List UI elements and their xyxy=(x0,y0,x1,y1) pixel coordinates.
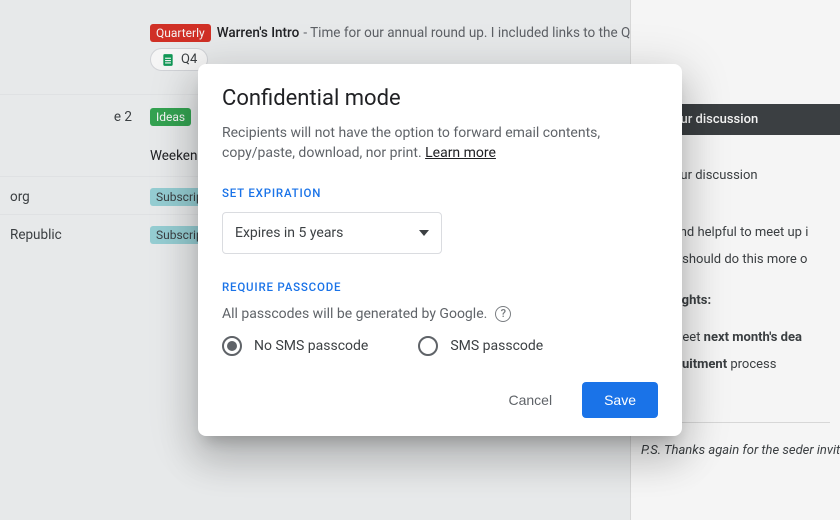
expiration-section-label: SET EXPIRATION xyxy=(222,186,658,200)
dialog-actions: Cancel Save xyxy=(222,382,658,418)
radio-sms[interactable]: SMS passcode xyxy=(418,336,543,356)
dialog-title: Confidential mode xyxy=(222,86,658,111)
radio-no-sms[interactable]: No SMS passcode xyxy=(222,336,368,356)
radio-icon-unselected xyxy=(418,336,438,356)
help-icon[interactable]: ? xyxy=(495,306,511,322)
passcode-section-label: REQUIRE PASSCODE xyxy=(222,280,658,294)
cancel-button[interactable]: Cancel xyxy=(486,382,574,418)
passcode-subtext: All passcodes will be generated by Googl… xyxy=(222,306,658,322)
radio-icon-selected xyxy=(222,336,242,356)
expiration-select[interactable]: Expires in 5 years xyxy=(222,212,442,254)
save-button[interactable]: Save xyxy=(582,382,658,418)
chevron-down-icon xyxy=(419,230,429,236)
dialog-description: Recipients will not have the option to f… xyxy=(222,123,658,164)
email-app-background: Quarterly Warren's Intro - Time for our … xyxy=(0,0,840,520)
radio-no-sms-label: No SMS passcode xyxy=(254,338,368,354)
radio-sms-label: SMS passcode xyxy=(450,338,543,354)
passcode-radio-group: No SMS passcode SMS passcode xyxy=(222,336,658,356)
learn-more-link[interactable]: Learn more xyxy=(425,145,496,161)
expiration-value: Expires in 5 years xyxy=(235,225,343,241)
confidential-mode-dialog: Confidential mode Recipients will not ha… xyxy=(198,64,682,436)
